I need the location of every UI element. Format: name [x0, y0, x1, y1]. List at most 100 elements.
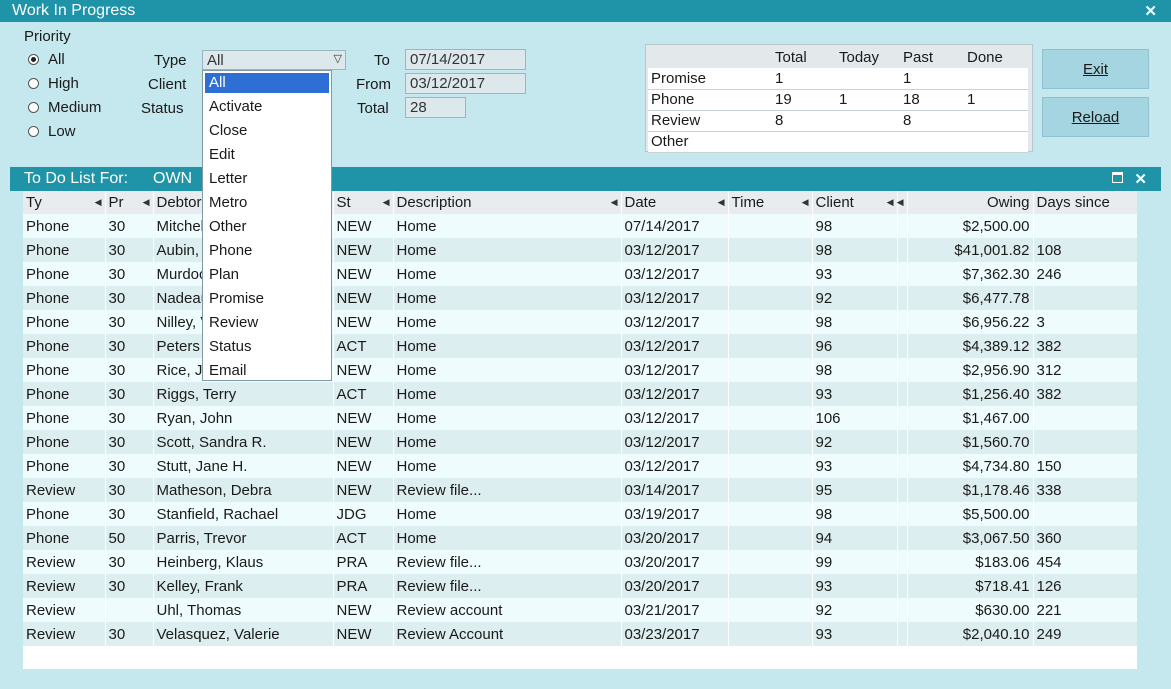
table-row[interactable]: Phone 30 Scott, Sandra R. NEW Home 03/12/2017… [23, 430, 1137, 454]
table-row[interactable]: Phone 30 Murdock NEW Home 03/12/2017 93 $7,362.… [23, 262, 1137, 286]
table-cell: 03/12/2017 [621, 286, 729, 310]
type-option[interactable]: Phone [203, 239, 331, 263]
table-cell: 07/14/2017 [621, 214, 729, 238]
table-cell [105, 598, 154, 622]
column-header-label: Days since [1036, 194, 1110, 211]
maximize-icon[interactable] [1112, 172, 1123, 183]
sort-arrow-icon[interactable]: ◀ [611, 197, 618, 208]
type-option[interactable]: All [205, 73, 329, 93]
table-row[interactable]: Phone 30 Mitchell NEW Home 07/14/2017 98 $2,500… [23, 214, 1137, 238]
table-row[interactable]: Phone 30 Aubin, NEW Home 03/12/2017 98 $41,001.… [23, 238, 1137, 262]
sort-arrow-icon[interactable]: ◀ [887, 197, 894, 208]
table-row[interactable]: Phone 30 Nilley, V NEW Home 03/12/2017 98 $6,95… [23, 310, 1137, 334]
table-row[interactable]: Phone 30 Stanfield, Rachael JDG Home 03/19/20… [23, 502, 1137, 526]
column-header[interactable]: St ◀ [333, 191, 394, 214]
table-cell [897, 334, 908, 358]
table-cell: $41,001.82 [907, 238, 1034, 262]
column-header[interactable]: Date ◀ [621, 191, 729, 214]
close-icon[interactable]: ✕ [1144, 2, 1157, 20]
table-row[interactable]: Review 30 Matheson, Debra NEW Review file...… [23, 478, 1137, 502]
type-option[interactable]: Edit [203, 143, 331, 167]
sort-arrow-icon[interactable]: ◀ [802, 197, 809, 208]
exit-button[interactable]: Exit [1042, 49, 1149, 89]
sort-arrow-icon[interactable]: ◀ [95, 197, 102, 208]
chevron-down-icon[interactable]: ▽ [334, 52, 342, 65]
table-row[interactable]: Review 30 Heinberg, Klaus PRA Review file...… [23, 550, 1137, 574]
table-row[interactable]: Phone 30 Rice, J NEW Home 03/12/2017 98 $2,956.… [23, 358, 1137, 382]
type-option[interactable]: Promise [203, 287, 331, 311]
type-option[interactable]: Other [203, 215, 331, 239]
column-header-label: Pr [108, 194, 124, 211]
table-cell: $3,067.50 [907, 526, 1034, 550]
table-cell [728, 598, 813, 622]
column-header[interactable]: Ty ◀ [23, 191, 106, 214]
table-cell [728, 574, 813, 598]
to-date-field[interactable]: 07/14/2017 [405, 49, 526, 70]
column-header[interactable]: Client ◀ [812, 191, 898, 214]
type-option[interactable]: Metro [203, 191, 331, 215]
type-option[interactable]: Activate [203, 95, 331, 119]
table-cell [897, 286, 908, 310]
type-option[interactable]: Review [203, 311, 331, 335]
table-cell: 03/12/2017 [621, 262, 729, 286]
table-cell: Home [393, 430, 622, 454]
column-header[interactable]: Owing [907, 191, 1034, 214]
priority-all-radio[interactable]: All [28, 51, 65, 68]
sort-arrow-icon[interactable]: ◀ [143, 197, 150, 208]
panel-close-icon[interactable]: ✕ [1134, 170, 1147, 188]
type-option[interactable]: Email [203, 359, 331, 383]
table-cell: NEW [333, 286, 394, 310]
column-header[interactable]: ◀ [897, 191, 908, 214]
type-option[interactable]: Status [203, 335, 331, 359]
from-date-field[interactable]: 03/12/2017 [405, 73, 526, 94]
summary-cell [836, 131, 900, 153]
sort-arrow-icon[interactable]: ◀ [383, 197, 390, 208]
column-header[interactable]: Description ◀ [393, 191, 622, 214]
priority-low-radio[interactable]: Low [28, 123, 76, 140]
table-row[interactable]: Phone 30 Riggs, Terry ACT Home 03/12/2017 93 $1… [23, 382, 1137, 406]
table-cell: 249 [1033, 622, 1137, 646]
table-row[interactable]: Review 30 Kelley, Frank PRA Review file... 03… [23, 574, 1137, 598]
summary-cell [836, 110, 900, 132]
title-bar: Work In Progress ✕ [0, 0, 1171, 22]
table-cell: $2,040.10 [907, 622, 1034, 646]
table-row[interactable]: Phone 30 Nadeau NEW Home 03/12/2017 92 $6,477.7… [23, 286, 1137, 310]
table-cell [728, 262, 813, 286]
table-cell [897, 598, 908, 622]
table-cell: Kelley, Frank [153, 574, 334, 598]
table-cell: Phone [23, 334, 106, 358]
reload-button[interactable]: Reload [1042, 97, 1149, 137]
table-cell: 30 [105, 214, 154, 238]
table-row[interactable]: Review 30 Velasquez, Valerie NEW Review Acco… [23, 622, 1137, 646]
summary-cell: Review [648, 110, 772, 132]
priority-medium-radio[interactable]: Medium [28, 99, 101, 116]
type-option[interactable]: Close [203, 119, 331, 143]
summary-table: Total Today Past Done Promise 1 1 Phone 19 1 18 1 Re… [645, 44, 1033, 153]
table-cell: 03/12/2017 [621, 358, 729, 382]
type-dropdown-list[interactable]: All Activate Close Edit Letter Metro Other Phon… [202, 70, 332, 381]
table-cell: 30 [105, 574, 154, 598]
table-cell [897, 382, 908, 406]
type-option[interactable]: Plan [203, 263, 331, 287]
table-row[interactable]: Phone 30 Peters ACT Home 03/12/2017 96 $4,389.1… [23, 334, 1137, 358]
table-cell: 360 [1033, 526, 1137, 550]
table-row[interactable]: Review Uhl, Thomas NEW Review account 03/21/… [23, 598, 1137, 622]
table-row[interactable]: Phone 50 Parris, Trevor ACT Home 03/20/2017 94… [23, 526, 1137, 550]
column-header[interactable]: Time ◀ [728, 191, 813, 214]
column-header[interactable]: Pr ◀ [105, 191, 154, 214]
type-select[interactable]: All ▽ [202, 50, 346, 70]
sort-arrow-icon[interactable]: ◀ [897, 197, 904, 208]
table-row[interactable]: Phone 30 Stutt, Jane H. NEW Home 03/12/2017 93… [23, 454, 1137, 478]
table-row[interactable]: Phone 30 Ryan, John NEW Home 03/12/2017 106 $1,… [23, 406, 1137, 430]
table-cell: $183.06 [907, 550, 1034, 574]
table-cell: Phone [23, 358, 106, 382]
table-cell [1033, 502, 1137, 526]
table-cell: Uhl, Thomas [153, 598, 334, 622]
table-cell: 03/12/2017 [621, 382, 729, 406]
table-cell: 382 [1033, 334, 1137, 358]
type-option[interactable]: Letter [203, 167, 331, 191]
column-header[interactable]: Days since [1033, 191, 1137, 214]
priority-high-radio[interactable]: High [28, 75, 79, 92]
sort-arrow-icon[interactable]: ◀ [718, 197, 725, 208]
todo-grid[interactable]: Ty◀Pr◀Debtor◀St◀Description◀Date◀Time◀Cl… [23, 191, 1137, 669]
